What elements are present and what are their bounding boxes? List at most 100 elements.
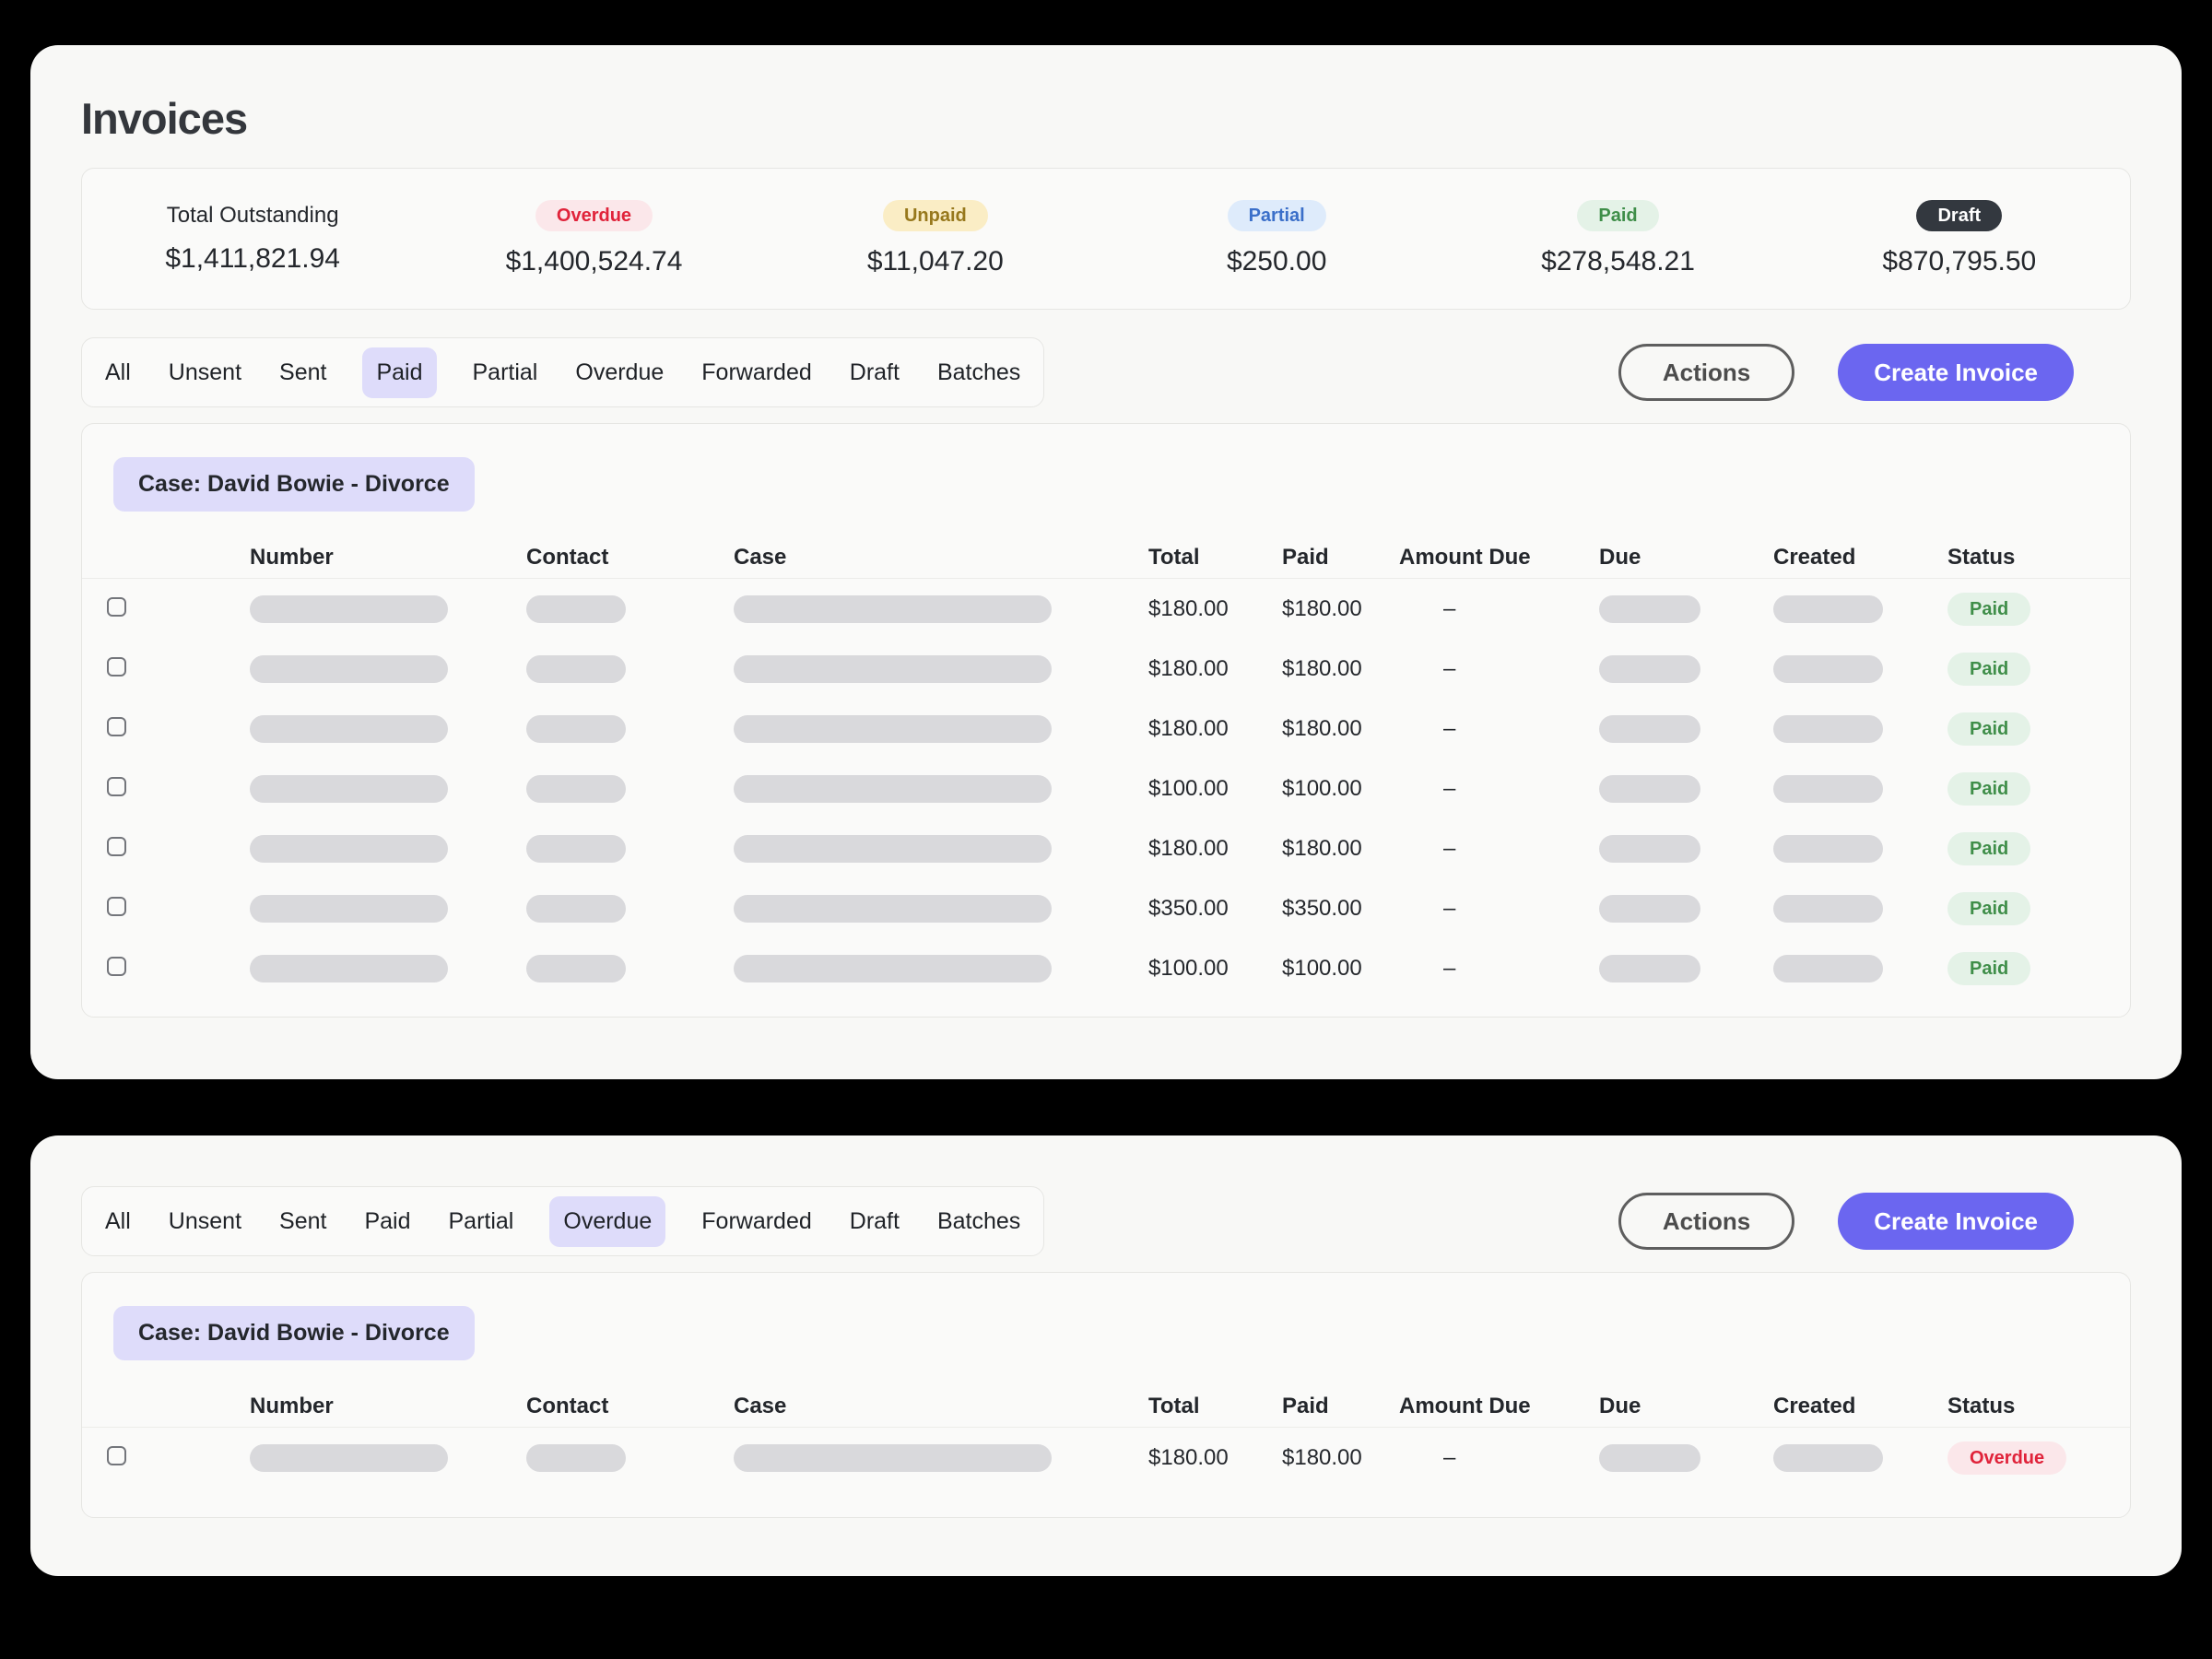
case-skeleton (734, 955, 1052, 982)
invoices-panel-overdue: All Unsent Sent Paid Partial Overdue For… (30, 1135, 2182, 1576)
create-invoice-button[interactable]: Create Invoice (1838, 344, 2074, 401)
contact-skeleton (526, 895, 626, 923)
stat-total-outstanding: Total Outstanding $1,411,821.94 (82, 203, 423, 275)
status-badge: Paid (1947, 952, 2030, 985)
contact-skeleton (526, 595, 626, 623)
tab-all[interactable]: All (103, 1197, 133, 1246)
amount-due-value: – (1374, 596, 1574, 622)
row-select-checkbox[interactable] (107, 717, 126, 736)
created-skeleton (1773, 595, 1883, 623)
due-skeleton (1599, 655, 1700, 683)
tab-all[interactable]: All (103, 348, 133, 397)
tab-overdue[interactable]: Overdue (573, 348, 665, 397)
page-title: Invoices (81, 93, 2131, 144)
stat-value: $870,795.50 (1882, 246, 2036, 277)
tab-batches[interactable]: Batches (935, 1197, 1022, 1246)
total-value: $180.00 (1124, 596, 1257, 622)
paid-badge: Paid (1577, 200, 1658, 231)
column-header-created: Created (1748, 545, 1923, 571)
column-header-number: Number (225, 1394, 501, 1419)
amount-due-value: – (1374, 716, 1574, 742)
amount-due-value: – (1374, 776, 1574, 802)
screen: Invoices Total Outstanding $1,411,821.94… (0, 0, 2212, 1659)
invoice-row: $180.00 $180.00 – Paid (82, 818, 2130, 878)
stat-value: $1,400,524.74 (506, 246, 683, 277)
created-skeleton (1773, 1444, 1883, 1472)
status-badge: Paid (1947, 712, 2030, 746)
tab-draft[interactable]: Draft (848, 1197, 901, 1246)
row-select-checkbox[interactable] (107, 597, 126, 617)
created-skeleton (1773, 775, 1883, 803)
stat-value: $11,047.20 (867, 246, 1004, 277)
controls-row: All Unsent Sent Paid Partial Overdue For… (81, 337, 2131, 407)
paid-value: $350.00 (1257, 896, 1374, 922)
tab-forwarded[interactable]: Forwarded (700, 1197, 814, 1246)
status-badge: Overdue (1947, 1441, 2066, 1475)
tab-unsent[interactable]: Unsent (167, 1197, 243, 1246)
status-badge: Paid (1947, 593, 2030, 626)
tab-paid[interactable]: Paid (362, 1197, 412, 1246)
filter-tabs: All Unsent Sent Paid Partial Overdue For… (81, 337, 1044, 407)
case-skeleton (734, 775, 1052, 803)
case-skeleton (734, 595, 1052, 623)
tab-batches[interactable]: Batches (935, 348, 1022, 397)
paid-value: $100.00 (1257, 956, 1374, 982)
tab-overdue[interactable]: Overdue (549, 1196, 665, 1247)
case-skeleton (734, 715, 1052, 743)
tab-partial[interactable]: Partial (447, 1197, 516, 1246)
due-skeleton (1599, 715, 1700, 743)
row-select-checkbox[interactable] (107, 657, 126, 677)
tab-sent[interactable]: Sent (277, 348, 328, 397)
number-skeleton (250, 655, 448, 683)
column-header-due: Due (1574, 545, 1748, 571)
tab-sent[interactable]: Sent (277, 1197, 328, 1246)
row-select-checkbox[interactable] (107, 897, 126, 916)
tab-paid[interactable]: Paid (362, 347, 436, 398)
column-header-status: Status (1923, 1394, 2073, 1419)
total-value: $180.00 (1124, 1445, 1257, 1471)
column-header-total: Total (1124, 1394, 1257, 1419)
column-header-paid: Paid (1257, 545, 1374, 571)
row-select-checkbox[interactable] (107, 777, 126, 796)
contact-skeleton (526, 715, 626, 743)
invoice-row: $100.00 $100.00 – Paid (82, 759, 2130, 818)
status-badge: Paid (1947, 653, 2030, 686)
number-skeleton (250, 895, 448, 923)
paid-value: $100.00 (1257, 776, 1374, 802)
invoice-row: $180.00 $180.00 – Paid (82, 639, 2130, 699)
invoice-row: $180.00 $180.00 – Paid (82, 579, 2130, 639)
created-skeleton (1773, 835, 1883, 863)
case-skeleton (734, 835, 1052, 863)
actions-button[interactable]: Actions (1618, 344, 1794, 401)
due-skeleton (1599, 595, 1700, 623)
paid-value: $180.00 (1257, 656, 1374, 682)
case-filter-chip[interactable]: Case: David Bowie - Divorce (113, 457, 475, 512)
partial-badge: Partial (1228, 200, 1326, 231)
paid-value: $180.00 (1257, 596, 1374, 622)
column-header-amount-due: Amount Due (1374, 545, 1574, 571)
paid-value: $180.00 (1257, 836, 1374, 862)
filter-tabs: All Unsent Sent Paid Partial Overdue For… (81, 1186, 1044, 1256)
due-skeleton (1599, 835, 1700, 863)
toolbar-buttons: Actions Create Invoice (1618, 344, 2074, 401)
created-skeleton (1773, 715, 1883, 743)
contact-skeleton (526, 835, 626, 863)
tab-draft[interactable]: Draft (848, 348, 901, 397)
case-filter-chip[interactable]: Case: David Bowie - Divorce (113, 1306, 475, 1360)
status-badge: Paid (1947, 892, 2030, 925)
actions-button[interactable]: Actions (1618, 1193, 1794, 1250)
tab-forwarded[interactable]: Forwarded (700, 348, 814, 397)
row-select-checkbox[interactable] (107, 957, 126, 976)
due-skeleton (1599, 1444, 1700, 1472)
total-value: $350.00 (1124, 896, 1257, 922)
column-header-status: Status (1923, 545, 2073, 571)
created-skeleton (1773, 895, 1883, 923)
tab-unsent[interactable]: Unsent (167, 348, 243, 397)
row-select-checkbox[interactable] (107, 837, 126, 856)
invoices-panel-paid: Invoices Total Outstanding $1,411,821.94… (30, 45, 2182, 1079)
table-body: $180.00 $180.00 – Paid $180.00 $180.00 (82, 579, 2130, 998)
row-select-checkbox[interactable] (107, 1446, 126, 1465)
amount-due-value: – (1374, 896, 1574, 922)
tab-partial[interactable]: Partial (471, 348, 540, 397)
create-invoice-button[interactable]: Create Invoice (1838, 1193, 2074, 1250)
